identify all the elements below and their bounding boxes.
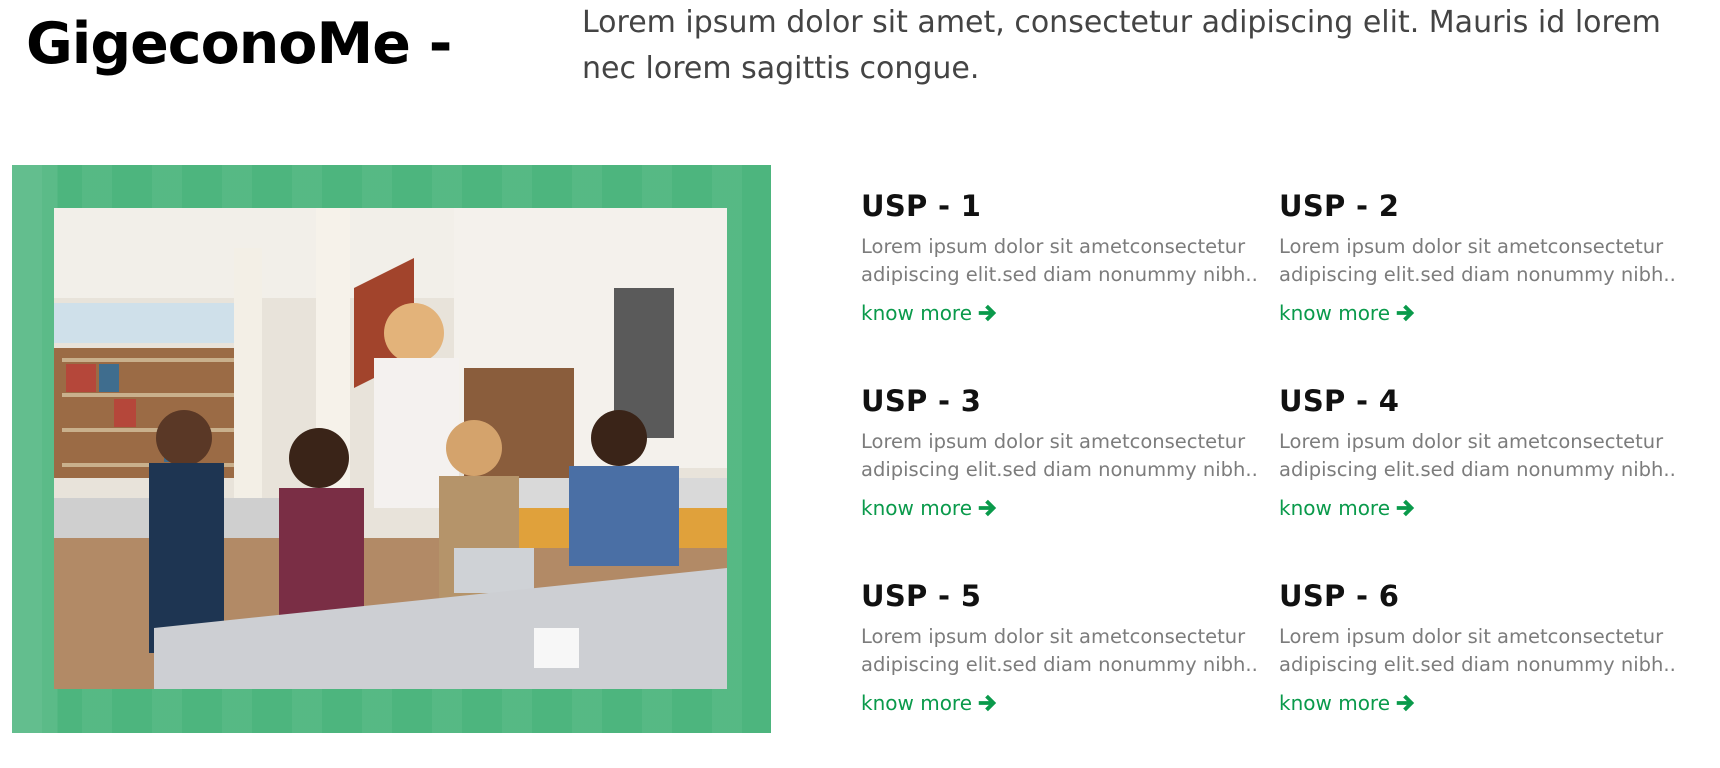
arrow-right-icon: [1396, 304, 1415, 322]
usp-card-1: USP - 1 Lorem ipsum dolor sit ametconsec…: [861, 185, 1261, 355]
usp-title: USP - 2: [1279, 189, 1400, 223]
know-more-label: know more: [1279, 301, 1391, 325]
usp-description: Lorem ipsum dolor sit ametconsectetur ad…: [1279, 625, 1676, 676]
usp-description: Lorem ipsum dolor sit ametconsectetur ad…: [861, 625, 1258, 676]
usp-title: USP - 4: [1279, 384, 1400, 418]
know-more-label: know more: [1279, 496, 1391, 520]
know-more-link[interactable]: know more: [1279, 299, 1416, 327]
usp-title: USP - 6: [1279, 579, 1400, 613]
usp-card-5: USP - 5 Lorem ipsum dolor sit ametconsec…: [861, 575, 1261, 745]
arrow-right-icon: [978, 304, 997, 322]
usp-card-2: USP - 2 Lorem ipsum dolor sit ametconsec…: [1279, 185, 1679, 355]
usp-description: Lorem ipsum dolor sit ametconsectetur ad…: [1279, 430, 1676, 481]
usp-card-3: USP - 3 Lorem ipsum dolor sit ametconsec…: [861, 380, 1261, 550]
arrow-right-icon: [978, 694, 997, 712]
usp-title: USP - 1: [861, 189, 982, 223]
usp-card-4: USP - 4 Lorem ipsum dolor sit ametconsec…: [1279, 380, 1679, 550]
know-more-link[interactable]: know more: [1279, 689, 1416, 717]
group-photo-illustration: [54, 208, 727, 689]
arrow-right-icon: [1396, 694, 1415, 712]
know-more-link[interactable]: know more: [861, 494, 998, 522]
usp-grid: USP - 1 Lorem ipsum dolor sit ametconsec…: [861, 185, 1701, 745]
usp-card-6: USP - 6 Lorem ipsum dolor sit ametconsec…: [1279, 575, 1679, 745]
usp-description: Lorem ipsum dolor sit ametconsectetur ad…: [1279, 235, 1676, 286]
usp-title: USP - 5: [861, 579, 982, 613]
arrow-right-icon: [1396, 499, 1415, 517]
know-more-label: know more: [861, 496, 973, 520]
hero-image-frame: [12, 165, 771, 733]
know-more-label: know more: [1279, 691, 1391, 715]
usp-description: Lorem ipsum dolor sit ametconsectetur ad…: [861, 430, 1258, 481]
know-more-label: know more: [861, 691, 973, 715]
know-more-link[interactable]: know more: [1279, 494, 1416, 522]
know-more-link[interactable]: know more: [861, 689, 998, 717]
group-photo: [54, 208, 727, 689]
arrow-right-icon: [978, 499, 997, 517]
intro-text: Lorem ipsum dolor sit amet, consectetur …: [582, 5, 1661, 86]
usp-title: USP - 3: [861, 384, 982, 418]
usp-description: Lorem ipsum dolor sit ametconsectetur ad…: [861, 235, 1258, 286]
page-title: GigeconoMe -: [26, 11, 452, 77]
know-more-label: know more: [861, 301, 973, 325]
know-more-link[interactable]: know more: [861, 299, 998, 327]
